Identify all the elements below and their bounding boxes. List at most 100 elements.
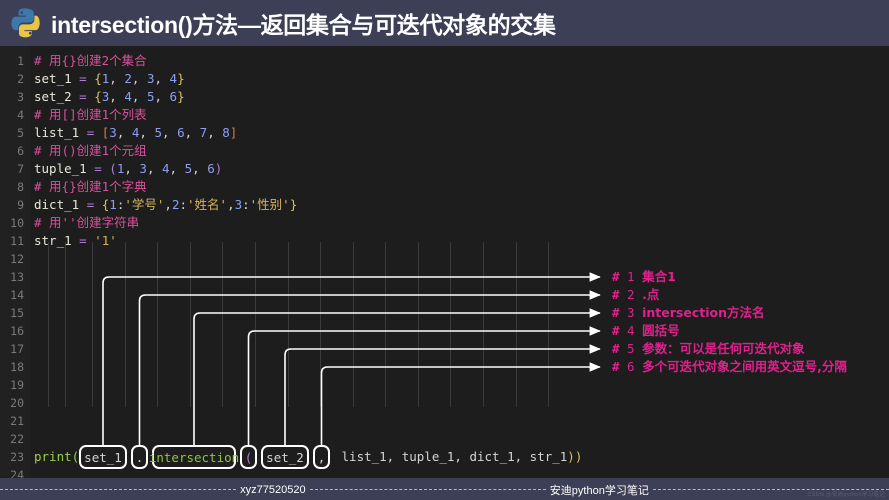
code-line: 2 set_1 = {1, 2, 3, 4} <box>0 70 889 88</box>
code-token: , <box>184 125 200 140</box>
code-line: 5 list_1 = [3, 4, 5, 6, 7, 8] <box>0 124 889 142</box>
line-number: 6 <box>17 144 24 158</box>
code-token: # 用[]创建1个列表 <box>34 107 147 122</box>
footer-divider-mid <box>309 489 546 490</box>
line-number: 21 <box>10 414 24 428</box>
code-token: 8 <box>222 125 230 140</box>
code-line: 10 # 用''创建字符串 <box>0 214 889 232</box>
callout-box-6[interactable]: , <box>313 445 330 469</box>
code-lines: 1 # 用{}创建2个集合 2 set_1 = {1, 2, 3, 4} 3 set_2 … <box>0 46 889 478</box>
footer-left-label: xyz77520520 <box>240 483 306 496</box>
hash-arrow-icon: # <box>612 269 620 284</box>
closing-parens: )) <box>567 449 583 464</box>
code-line: 20 <box>0 394 889 412</box>
code-text[interactable]: set_2 = {3, 4, 5, 6} <box>34 88 185 106</box>
annotation-item-6: # 6 多个可迭代对象之间用英文逗号,分隔 <box>612 358 847 376</box>
code-line: 12 <box>0 250 889 268</box>
line-number: 1 <box>17 54 24 68</box>
code-text[interactable]: # 用{}创建2个集合 <box>34 52 147 70</box>
code-editor-panel: 1 # 用{}创建2个集合 2 set_1 = {1, 2, 3, 4} 3 set_2 … <box>0 46 889 478</box>
callout-box-4[interactable]: ( <box>240 445 257 469</box>
code-token: list_1 <box>34 125 80 140</box>
footer-dash-row: xyz77520520 安迪python学习笔记 <box>0 483 889 497</box>
annotation-index: 5 <box>619 341 643 356</box>
code-token: '性别' <box>249 197 290 212</box>
code-token: set_2 <box>34 89 72 104</box>
csdn-watermark: CSDN @安迪python学习笔记 <box>807 492 885 498</box>
hash-arrow-icon: # <box>612 287 620 302</box>
code-line: 3 set_2 = {3, 4, 5, 6} <box>0 88 889 106</box>
code-token: 1 <box>109 197 117 212</box>
annotation-text: 多个可迭代对象之间用英文逗号,分隔 <box>642 359 847 374</box>
footer-right-label: 安迪python学习笔记 <box>549 484 649 497</box>
code-text[interactable]: dict_1 = {1:'学号',2:'姓名',3:'性别'} <box>34 196 297 214</box>
page-title: intersection()方法—返回集合与可迭代对象的交集 <box>51 12 556 38</box>
code-token: , <box>124 161 140 176</box>
code-token: # 用{}创建1个字典 <box>34 179 147 194</box>
annotation-index: 4 <box>619 323 643 338</box>
annotation-item-5: # 5 参数：可以是任何可迭代对象 <box>612 340 805 358</box>
code-token: , <box>139 125 155 140</box>
line-number: 7 <box>17 162 24 176</box>
code-token: , <box>109 89 125 104</box>
code-token: 4 <box>124 89 132 104</box>
print-call-suffix: list_1, tuple_1, dict_1, str_1)) <box>334 449 583 464</box>
code-token: dict_1 <box>34 197 80 212</box>
code-line: 6 # 用()创建1个元组 <box>0 142 889 160</box>
code-token: str_1 <box>34 233 72 248</box>
callout-box-3[interactable]: intersection <box>149 445 239 469</box>
code-token: 6 <box>207 161 215 176</box>
hash-arrow-icon: # <box>612 341 620 356</box>
code-token: '姓名' <box>187 197 228 212</box>
code-token: , <box>154 71 170 86</box>
code-token: ) <box>214 161 223 176</box>
code-text[interactable]: # 用()创建1个元组 <box>34 142 147 160</box>
callout-box-2[interactable]: . <box>131 445 148 469</box>
code-text[interactable]: set_1 = {1, 2, 3, 4} <box>34 70 185 88</box>
code-text[interactable]: list_1 = [3, 4, 5, 6, 7, 8] <box>34 124 237 142</box>
code-token: , <box>227 197 235 212</box>
code-line: 21 <box>0 412 889 430</box>
annotation-text: intersection方法名 <box>642 305 765 320</box>
callout-box-1[interactable]: set_1 <box>79 445 127 469</box>
code-token: '1' <box>94 233 117 248</box>
code-line: 7 tuple_1 = (1, 3, 4, 5, 6) <box>0 160 889 178</box>
annotation-index: 1 <box>619 269 643 284</box>
code-token: , <box>207 125 223 140</box>
code-text[interactable]: # 用[]创建1个列表 <box>34 106 147 124</box>
callout-box-5[interactable]: set_2 <box>261 445 309 469</box>
slide-root: intersection()方法—返回集合与可迭代对象的交集 1 # 用{}创建2… <box>0 0 889 500</box>
code-token: # 用{}创建2个集合 <box>34 53 147 68</box>
code-token: , <box>164 197 172 212</box>
code-token: , <box>146 161 162 176</box>
code-token: } <box>177 71 185 86</box>
code-token: 6 <box>177 125 185 140</box>
code-token: 5 <box>184 161 193 176</box>
code-line: 4 # 用[]创建1个列表 <box>0 106 889 124</box>
annotation-item-3: # 3 intersection方法名 <box>612 304 765 322</box>
annotation-index: 3 <box>619 305 643 320</box>
line-number: 20 <box>10 396 24 410</box>
code-token: 6 <box>169 89 178 104</box>
code-text[interactable]: # 用''创建字符串 <box>34 214 139 232</box>
line-number: 4 <box>17 108 24 122</box>
code-token: = <box>79 71 87 86</box>
annotation-text: .点 <box>642 287 660 302</box>
code-text[interactable]: # 用{}创建1个字典 <box>34 178 147 196</box>
annotation-text: 圆括号 <box>642 323 680 338</box>
code-text[interactable]: tuple_1 = (1, 3, 4, 5, 6) <box>34 160 222 178</box>
code-line: 1 # 用{}创建2个集合 <box>0 52 889 70</box>
code-token: 2 <box>124 71 132 86</box>
code-text[interactable]: str_1 = '1' <box>34 232 117 250</box>
code-token: # 用()创建1个元组 <box>34 143 147 158</box>
annotation-index: 2 <box>619 287 643 302</box>
code-token: } <box>177 89 185 104</box>
code-token: '学号' <box>124 197 165 212</box>
line-number: 12 <box>10 252 24 266</box>
print-call-prefix: print( <box>34 449 80 464</box>
line-number: 23 <box>10 450 24 464</box>
